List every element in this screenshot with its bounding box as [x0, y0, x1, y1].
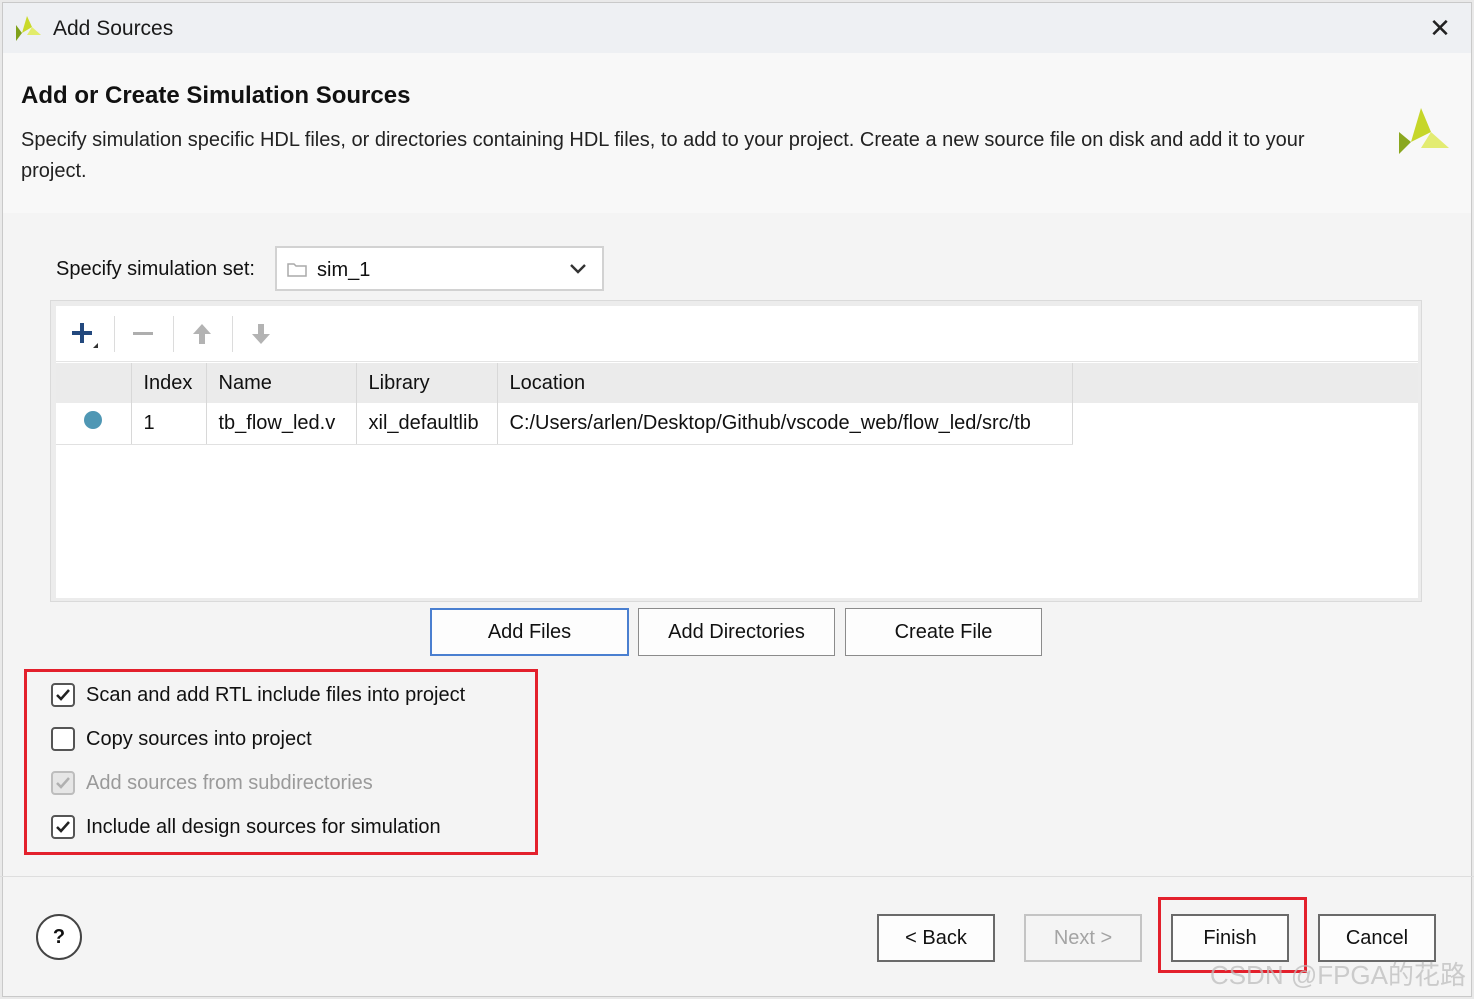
toolbar-separator: [232, 316, 233, 352]
toolbar-separator: [114, 316, 115, 352]
library-cell: xil_defaultlib: [356, 403, 498, 445]
create-file-button[interactable]: Create File: [845, 608, 1042, 656]
location-cell: C:/Users/arlen/Desktop/Github/vscode_web…: [497, 403, 1073, 445]
footer-divider: [0, 876, 1474, 877]
column-header-status[interactable]: [56, 363, 132, 403]
toolbar-separator: [173, 316, 174, 352]
checkbox-checked-icon: [51, 683, 75, 707]
checkbox-unchecked-icon: [51, 727, 75, 751]
add-files-button[interactable]: Add Files: [430, 608, 629, 656]
simulation-set-dropdown[interactable]: sim_1: [275, 246, 604, 291]
status-dot-icon: [84, 411, 102, 430]
move-down-icon[interactable]: [241, 316, 281, 352]
chevron-down-icon: [568, 261, 588, 282]
checkbox-label: Add sources from subdirectories: [86, 771, 373, 794]
files-toolbar: [56, 306, 1418, 362]
add-directories-button[interactable]: Add Directories: [638, 608, 835, 656]
page-title: Add or Create Simulation Sources: [21, 82, 411, 109]
simulation-set-label: Specify simulation set:: [56, 258, 255, 280]
include-design-sources-checkbox[interactable]: Include all design sources for simulatio…: [51, 813, 441, 841]
column-header-index[interactable]: Index: [131, 363, 207, 403]
copy-sources-checkbox[interactable]: Copy sources into project: [51, 725, 312, 753]
title-bar: Add Sources ✕: [3, 3, 1471, 53]
simulation-set-value: sim_1: [317, 259, 371, 281]
next-button: Next >: [1024, 914, 1142, 962]
checkbox-checked-icon: [51, 815, 75, 839]
index-cell: 1: [131, 403, 207, 445]
column-header-name[interactable]: Name: [206, 363, 357, 403]
page-description: Specify simulation specific HDL files, o…: [21, 129, 1305, 182]
back-button[interactable]: < Back: [877, 914, 995, 962]
move-up-icon[interactable]: [182, 316, 222, 352]
folder-icon: [287, 261, 307, 282]
checkbox-checked-disabled-icon: [51, 771, 75, 795]
name-cell: tb_flow_led.v: [206, 403, 357, 445]
checkbox-label: Scan and add RTL include files into proj…: [86, 683, 466, 706]
checkbox-label: Include all design sources for simulatio…: [86, 815, 441, 838]
column-header-library[interactable]: Library: [356, 363, 498, 403]
column-header-location[interactable]: Location: [497, 363, 1073, 403]
add-icon[interactable]: [64, 316, 104, 352]
vivado-brand-icon: [1395, 102, 1451, 161]
source-files-table: Index Name Library Location 1 tb_flow_le…: [56, 363, 1073, 445]
vivado-logo-icon: [13, 13, 43, 48]
table-header-row: Index Name Library Location: [56, 363, 1073, 403]
window-title: Add Sources: [53, 17, 174, 40]
checkbox-label: Copy sources into project: [86, 727, 312, 750]
table-header-fill: [1072, 363, 1418, 403]
scan-rtl-include-checkbox[interactable]: Scan and add RTL include files into proj…: [51, 681, 465, 709]
status-cell: [56, 403, 132, 445]
close-button[interactable]: ✕: [1425, 13, 1455, 43]
add-subdirectories-checkbox: Add sources from subdirectories: [51, 769, 373, 797]
table-row[interactable]: 1 tb_flow_led.v xil_defaultlib C:/Users/…: [56, 403, 1073, 445]
source-files-list: Index Name Library Location 1 tb_flow_le…: [56, 306, 1418, 598]
source-files-panel: Index Name Library Location 1 tb_flow_le…: [50, 300, 1422, 602]
remove-icon[interactable]: [123, 316, 163, 352]
help-button[interactable]: ?: [36, 914, 82, 960]
watermark: CSDN @FPGA的花路: [1209, 960, 1466, 990]
